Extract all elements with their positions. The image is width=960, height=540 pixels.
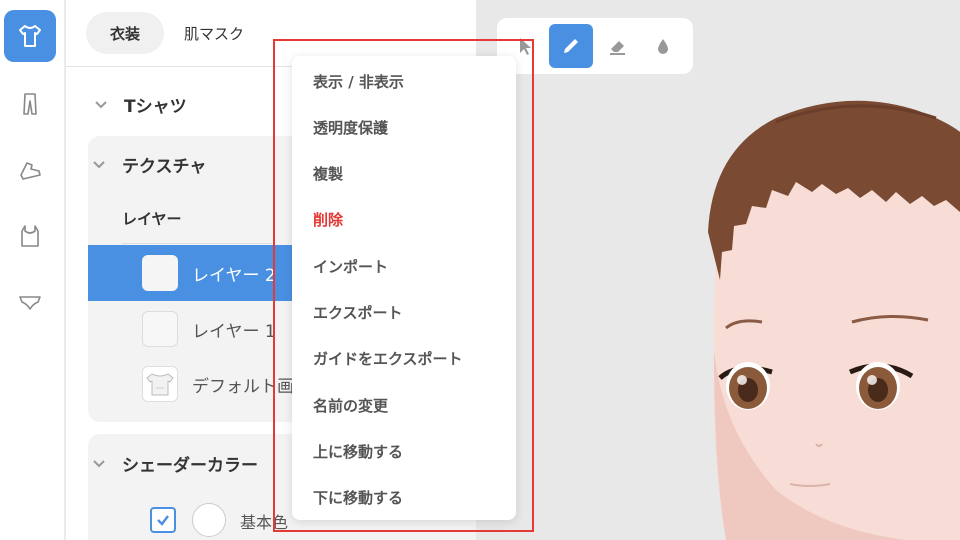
pen-tool-button[interactable]: [549, 24, 593, 68]
layer-name: レイヤー 2: [192, 265, 276, 286]
fill-tool-button[interactable]: [641, 24, 685, 68]
tshirt-icon: [19, 25, 41, 47]
eraser-tool-button[interactable]: [595, 24, 639, 68]
shader-section-label: シェーダーカラー: [122, 456, 258, 476]
layers-header: レイヤー: [122, 210, 182, 228]
layers-underline: [122, 243, 272, 244]
chevron-down-icon: [95, 100, 107, 108]
underwear-icon: [19, 296, 41, 310]
shader-section-header[interactable]: シェーダーカラー: [92, 451, 258, 476]
rail-tshirt-button[interactable]: [4, 10, 56, 62]
layer-thumbnail: [142, 255, 178, 291]
default-shirt-thumbnail: [142, 366, 178, 402]
rail-pants-button[interactable]: [4, 78, 56, 130]
base-color-checkbox[interactable]: [150, 507, 176, 533]
tshirt-section-label: Tシャツ: [124, 97, 187, 117]
highlight-annotation-box: [273, 39, 534, 532]
tab-skin-mask[interactable]: 肌マスク: [172, 12, 256, 54]
tshirt-section-header[interactable]: Tシャツ: [94, 92, 187, 117]
pencil-icon: [564, 39, 578, 53]
texture-section-header[interactable]: テクスチャ: [92, 152, 206, 177]
category-rail: [0, 0, 65, 540]
texture-section-label: テクスチャ: [122, 157, 207, 177]
3d-viewport[interactable]: [476, 0, 960, 540]
tab-costume[interactable]: 衣装: [86, 12, 165, 54]
drop-icon: [658, 39, 668, 54]
pants-icon: [23, 93, 37, 115]
rail-shoes-button[interactable]: [4, 144, 56, 196]
tab-bar: 衣装 肌マスク: [86, 12, 256, 54]
layer-name: レイヤー 1: [192, 321, 276, 342]
rail-underwear-button[interactable]: [4, 276, 56, 328]
chevron-down-icon: [93, 160, 105, 168]
rail-tank-top-button[interactable]: [4, 210, 56, 262]
check-icon: [157, 515, 169, 526]
layer-thumbnail: [142, 311, 178, 347]
chevron-down-icon: [93, 459, 105, 467]
eraser-icon: [610, 41, 625, 55]
shoe-icon: [20, 162, 41, 180]
base-color-swatch[interactable]: [192, 503, 226, 537]
character-face-render: [708, 100, 960, 540]
tank-top-icon: [21, 225, 39, 247]
